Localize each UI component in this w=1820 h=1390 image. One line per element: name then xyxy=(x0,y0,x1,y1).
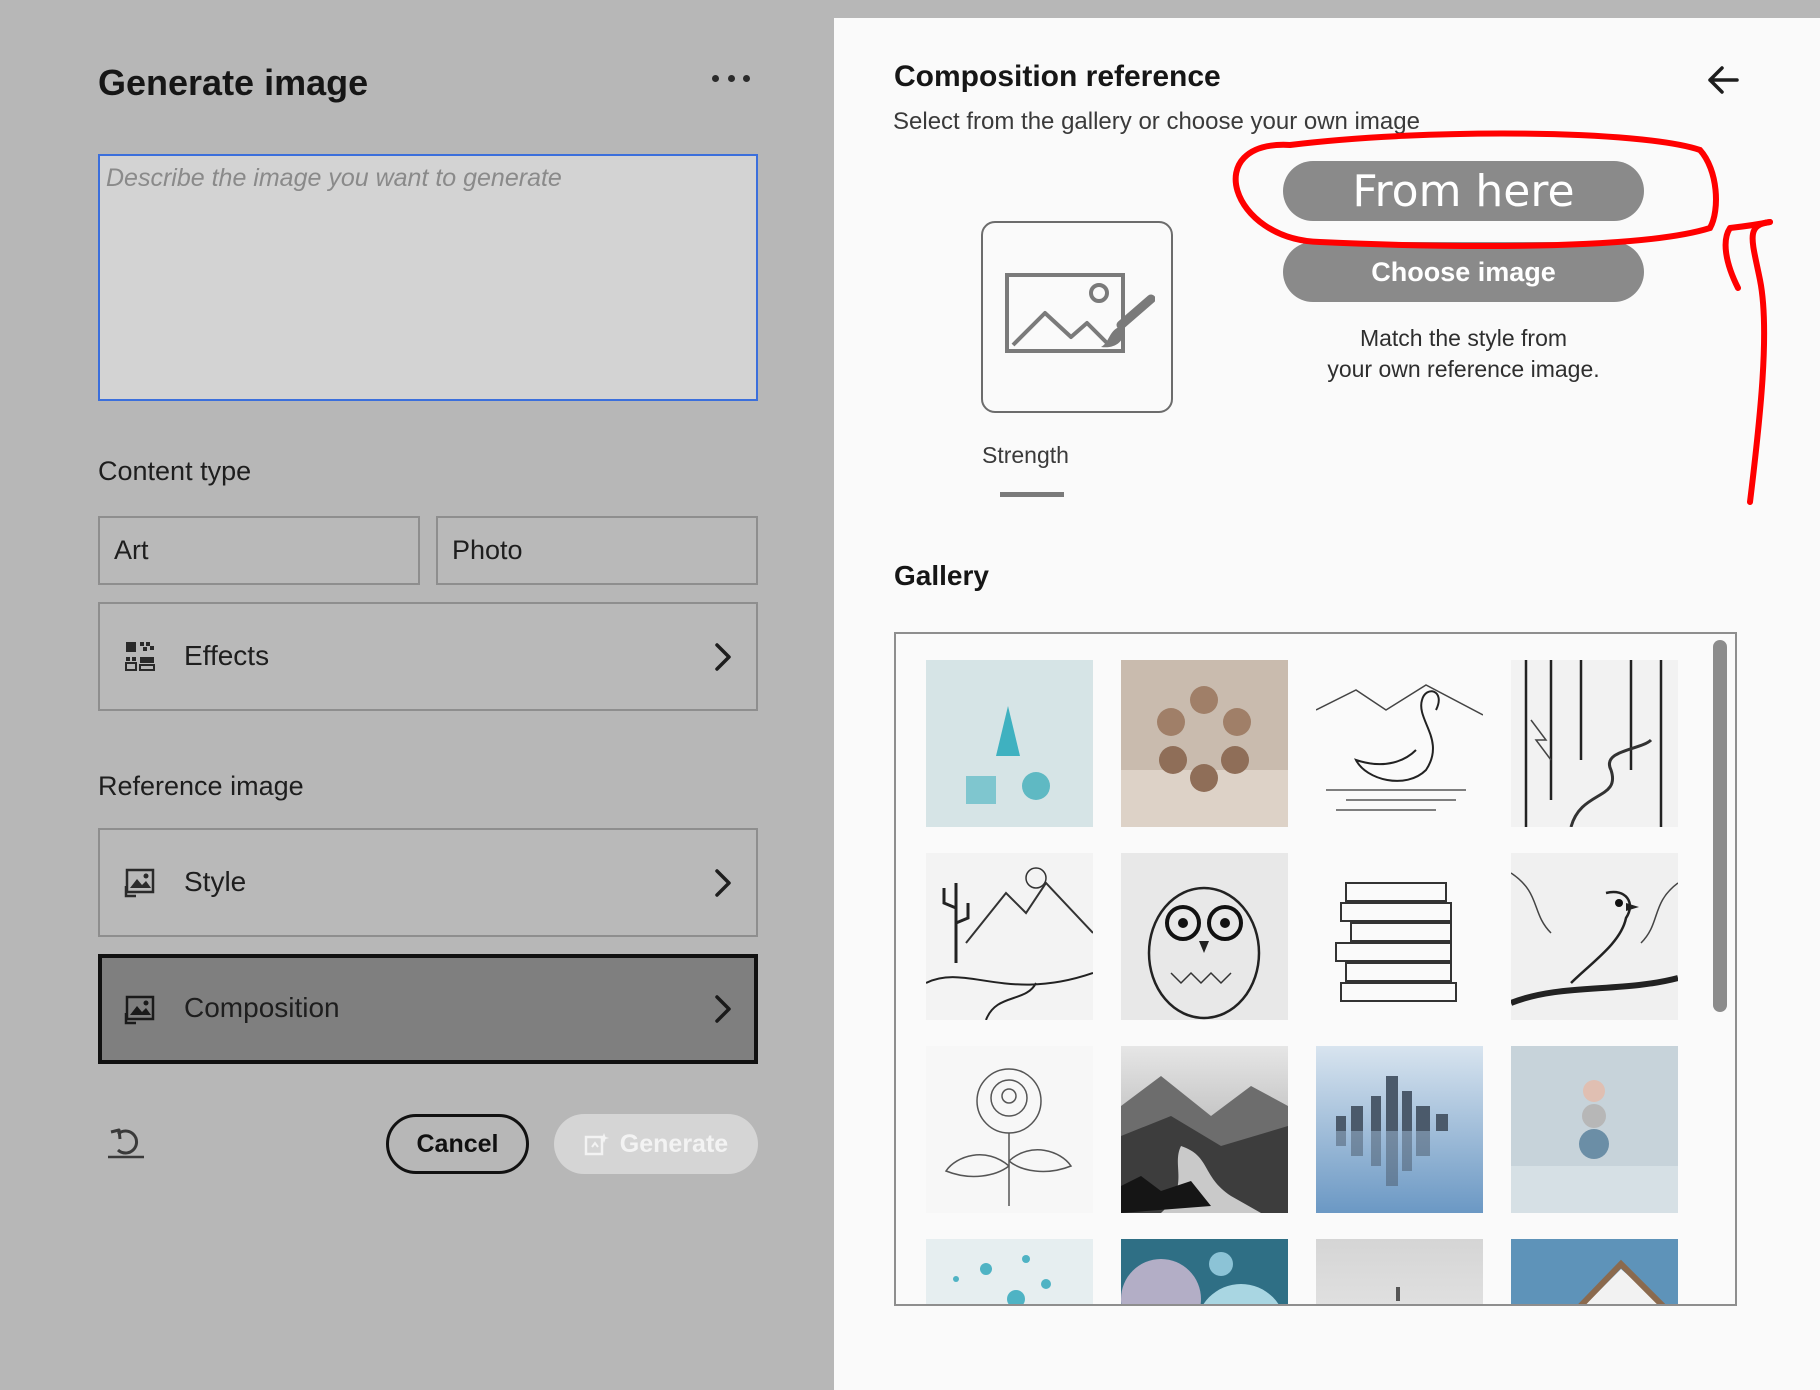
effects-icon xyxy=(125,642,155,671)
image-reference-icon xyxy=(124,995,155,1025)
gallery-item-books-line-art[interactable] xyxy=(1316,853,1483,1020)
effects-button[interactable]: Effects xyxy=(98,602,758,711)
match-style-description: Match the style from your own reference … xyxy=(1327,325,1600,382)
generate-sparkle-icon xyxy=(584,1133,609,1156)
style-label: Style xyxy=(184,866,247,897)
gallery-item-owl-line-art[interactable] xyxy=(1121,853,1288,1020)
panel-title: Generate image xyxy=(98,62,369,103)
content-type-label: Content type xyxy=(98,456,252,486)
gallery-item-forest-line-art[interactable] xyxy=(1511,660,1678,827)
content-type-art-button[interactable]: Art xyxy=(98,516,420,585)
reset-icon[interactable] xyxy=(106,1124,146,1160)
panel-title: Composition reference xyxy=(894,60,1221,93)
image-reference-icon xyxy=(124,868,155,898)
composition-reference-button[interactable]: Composition xyxy=(98,954,758,1064)
gallery-item-floating-spheres[interactable] xyxy=(1121,660,1288,827)
prompt-input[interactable] xyxy=(98,154,758,401)
gallery-item-rose-line-art[interactable] xyxy=(926,1046,1093,1213)
gallery-item-misty-mountains[interactable] xyxy=(1121,1046,1288,1213)
gallery-label: Gallery xyxy=(894,560,989,591)
composition-label: Composition xyxy=(184,992,340,1023)
gallery-item-bird-line-art[interactable] xyxy=(1511,853,1678,1020)
gallery-item-foggy-landscape[interactable] xyxy=(1316,1239,1483,1304)
gallery-item-stacked-spheres[interactable] xyxy=(1511,1046,1678,1213)
gallery-item-cone-cube-sphere[interactable] xyxy=(926,660,1093,827)
style-reference-button[interactable]: Style xyxy=(98,828,758,937)
gallery-item-desert-line-art[interactable] xyxy=(926,853,1093,1020)
gallery-item-city-skyline-reflection[interactable] xyxy=(1316,1046,1483,1213)
image-brush-icon xyxy=(1005,273,1155,353)
composition-reference-panel: Composition reference Select from the ga… xyxy=(834,18,1820,1390)
generate-label: Generate xyxy=(619,1129,729,1158)
more-options-icon[interactable] xyxy=(712,64,750,92)
from-here-annotation-label: From here xyxy=(1283,161,1644,221)
chevron-right-icon xyxy=(715,869,731,897)
gallery-item-house-roof[interactable] xyxy=(1511,1239,1678,1304)
generate-button[interactable]: Generate xyxy=(554,1114,758,1174)
gallery-grid xyxy=(894,632,1737,1306)
chevron-right-icon xyxy=(715,643,731,671)
gallery-item-swan-line-art[interactable] xyxy=(1316,660,1483,827)
generate-image-panel: Generate image Content type Art Photo Ef… xyxy=(0,0,834,1390)
content-type-photo-button[interactable]: Photo xyxy=(436,516,758,585)
strength-slider[interactable] xyxy=(1000,492,1064,497)
choose-image-button[interactable]: Choose image xyxy=(1283,242,1644,302)
back-arrow-icon[interactable] xyxy=(1706,64,1740,96)
reference-image-label: Reference image xyxy=(98,771,304,801)
strength-label: Strength xyxy=(982,442,1069,468)
panel-subtitle: Select from the gallery or choose your o… xyxy=(893,108,1420,135)
gallery-scrollbar[interactable] xyxy=(1713,640,1727,1012)
chevron-right-icon xyxy=(715,995,731,1023)
reference-image-preview[interactable] xyxy=(981,221,1173,413)
cancel-button[interactable]: Cancel xyxy=(386,1114,529,1174)
gallery-item-molecules[interactable] xyxy=(926,1239,1093,1304)
gallery-item-planets[interactable] xyxy=(1121,1239,1288,1304)
effects-label: Effects xyxy=(184,640,270,671)
